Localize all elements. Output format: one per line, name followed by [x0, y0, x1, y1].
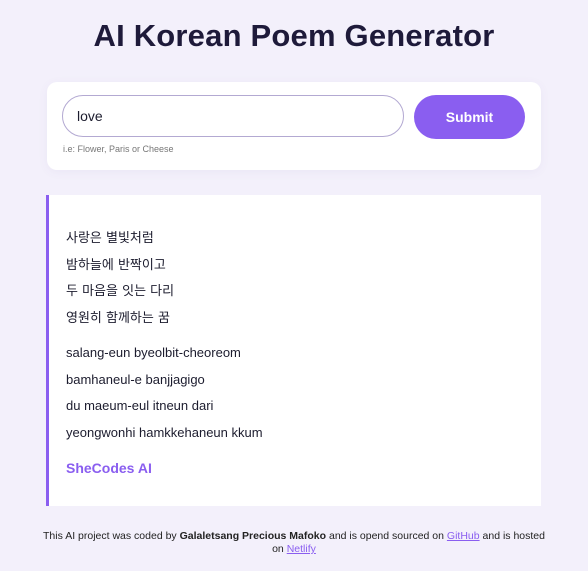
- submit-button[interactable]: Submit: [414, 95, 525, 139]
- footer: This AI project was coded by Galaletsang…: [40, 530, 548, 556]
- poem-line: 사랑은 별빛처럼: [66, 231, 154, 246]
- poem-line: salang-eun byeolbit-cheoreom: [66, 345, 241, 360]
- input-hint: i.e: Flower, Paris or Cheese: [63, 144, 174, 154]
- page-title: AI Korean Poem Generator: [93, 18, 495, 53]
- poem-line: 영원히 함께하는 꿈: [66, 310, 170, 326]
- poem-line: 두 마음을 잇는 다리: [66, 284, 175, 299]
- poem-output: 사랑은 별빛처럼 밤하늘에 반짝이고 두 마음을 잇는 다리 영원히 함께하는 …: [46, 195, 541, 506]
- netlify-link[interactable]: Netlify: [287, 543, 316, 555]
- poem-line: bamhaneul-e banjjagigo: [66, 371, 205, 387]
- footer-text: This AI project was coded by: [43, 530, 180, 542]
- poem-line: 밤하늘에 반짝이고: [66, 257, 166, 273]
- poem-korean: 사랑은 별빛처럼 밤하늘에 반짝이고 두 마음을 잇는 다리 영원히 함께하는 …: [66, 226, 541, 332]
- poem-romanized: salang-eun byeolbit-cheoreom bamhaneul-e…: [66, 340, 541, 446]
- footer-text: and is opend sourced on: [326, 530, 447, 542]
- author-name: Galaletsang Precious Mafoko: [179, 530, 327, 542]
- poem-line: du maeum-eul itneun dari: [66, 398, 214, 413]
- poem-line: yeongwonhi hamkkehaneun kkum: [66, 424, 263, 440]
- poem-signature: SheCodes AI: [66, 460, 152, 476]
- search-form: Submit i.e: Flower, Paris or Cheese: [47, 82, 541, 170]
- search-input[interactable]: [62, 95, 404, 137]
- github-link[interactable]: GitHub: [447, 530, 480, 542]
